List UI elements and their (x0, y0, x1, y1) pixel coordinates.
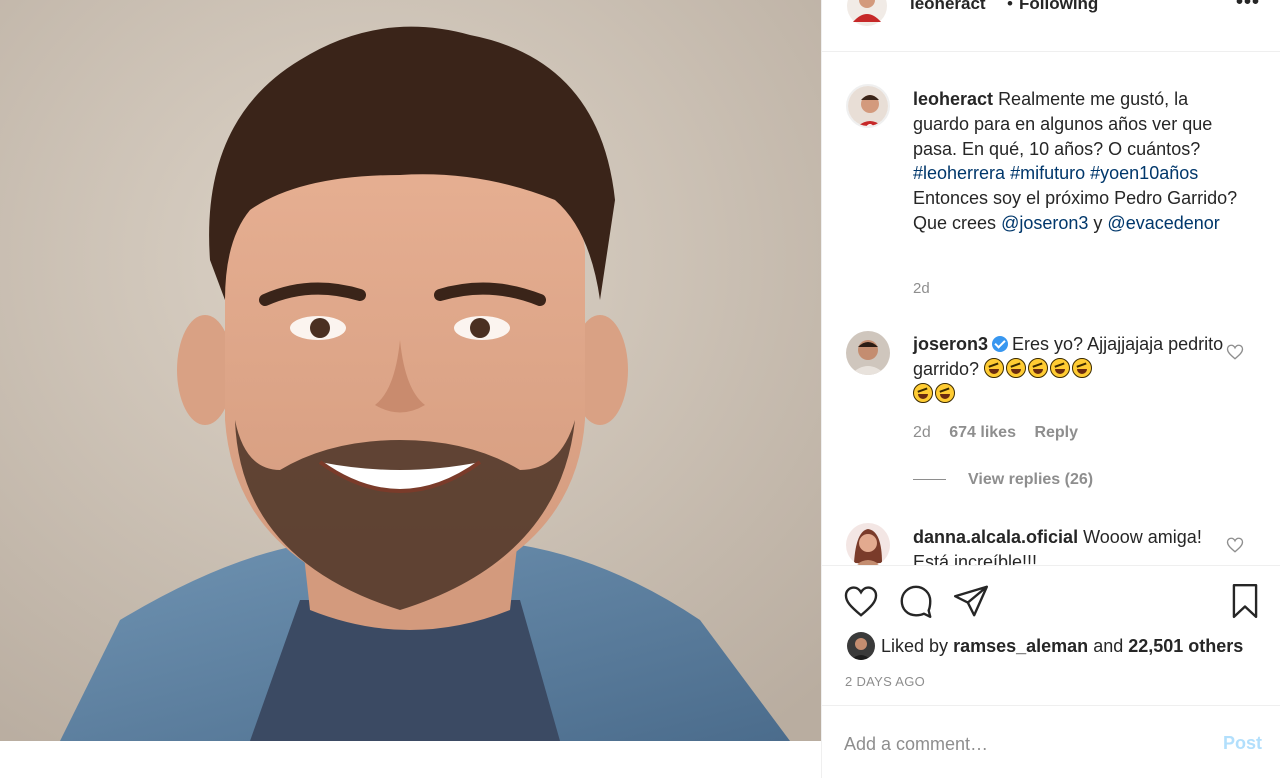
header-separator: • (1007, 0, 1013, 13)
hashtag-link[interactable]: #yoen10años (1090, 163, 1198, 183)
comment-bubble-icon[interactable] (897, 582, 935, 620)
like-heart-icon[interactable] (842, 582, 880, 620)
liked-by-row: Liked by ramses_aleman and 22,501 others (847, 632, 1243, 660)
rofl-emoji-icon (1028, 357, 1049, 378)
photo-bottom-gap (0, 741, 821, 778)
view-replies-button[interactable]: View replies (26) (913, 471, 1093, 489)
comment-text: danna.alcala.oficial Wooow amiga! Está i… (913, 525, 1233, 565)
caption-time[interactable]: 2d (913, 280, 930, 297)
replies-divider (913, 479, 946, 481)
comment-likes[interactable]: 674 likes (949, 424, 1016, 441)
portrait-illustration (0, 0, 821, 741)
comment-username[interactable]: danna.alcala.oficial (913, 527, 1078, 547)
instagram-post-view: leoheract • Following ••• leoheract Real… (0, 0, 1280, 778)
rofl-emoji-icon (935, 382, 955, 403)
hashtag-link[interactable]: #mifuturo (1010, 163, 1085, 183)
post-comment-button[interactable]: Post (1223, 733, 1262, 754)
post-timestamp[interactable]: 2 DAYS AGO (845, 674, 925, 689)
add-comment-bar: Post (822, 705, 1280, 778)
caption-conj: y (1093, 212, 1103, 233)
verified-badge-icon (992, 336, 1009, 352)
mention-link[interactable]: @evacedenor (1107, 213, 1219, 233)
action-bar: Liked by ramses_aleman and 22,501 others… (822, 565, 1280, 705)
post-sidebar: leoheract • Following ••• leoheract Real… (821, 0, 1280, 778)
hashtag-link[interactable]: #leoherrera (913, 163, 1005, 183)
comment-meta: 2d 674 likes Reply (913, 424, 1092, 442)
liker-username[interactable]: ramses_aleman (953, 636, 1088, 656)
mention-link[interactable]: @joseron3 (1001, 213, 1088, 233)
rofl-emoji-icon (1050, 357, 1071, 378)
liked-by-prefix: Liked by (881, 636, 949, 656)
more-options-icon[interactable]: ••• (1236, 0, 1260, 14)
caption-text: leoheract Realmente me gustó, la guardo … (913, 87, 1243, 236)
like-comment-heart-icon[interactable] (1226, 343, 1244, 361)
save-bookmark-icon[interactable] (1226, 582, 1264, 620)
reply-button[interactable]: Reply (1034, 424, 1078, 441)
comments-list[interactable]: leoheract Realmente me gustó, la guardo … (822, 53, 1280, 565)
following-button[interactable]: Following (1019, 0, 1098, 14)
caption-username[interactable]: leoheract (913, 89, 993, 109)
likes-others-count[interactable]: 22,501 others (1128, 636, 1243, 656)
liked-by-and: and (1093, 636, 1124, 656)
comment-time[interactable]: 2d (913, 424, 931, 441)
share-direct-icon[interactable] (952, 582, 990, 620)
comment-input[interactable] (844, 730, 1204, 758)
rofl-emoji-icon (1072, 357, 1093, 378)
comment-avatar[interactable] (846, 523, 890, 565)
post-photo[interactable] (0, 0, 821, 741)
rofl-emoji-icon (913, 382, 933, 403)
author-username[interactable]: leoheract (910, 0, 986, 14)
author-avatar[interactable] (845, 0, 889, 26)
liker-avatar[interactable] (847, 632, 875, 660)
caption-avatar[interactable] (846, 84, 890, 128)
comment-avatar[interactable] (846, 331, 890, 375)
view-replies-label: View replies (26) (968, 471, 1094, 488)
rofl-emoji-icon (984, 357, 1005, 378)
rofl-emoji-icon (1006, 357, 1027, 378)
post-header: leoheract • Following ••• (822, 0, 1280, 52)
comment-username[interactable]: joseron3 (913, 334, 988, 354)
comment-text: joseron3 Eres yo? Ajjajjajaja pedrito gar… (913, 332, 1233, 406)
like-comment-heart-icon[interactable] (1226, 536, 1244, 554)
